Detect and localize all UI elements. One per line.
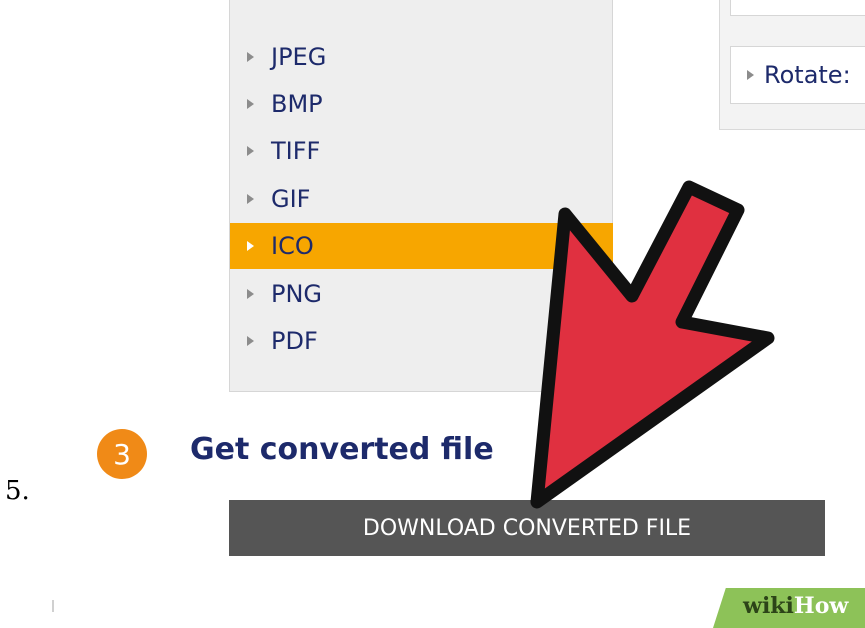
triangle-right-icon <box>247 52 254 62</box>
triangle-right-icon <box>247 289 254 299</box>
format-item-ico[interactable]: ICO <box>230 223 613 269</box>
triangle-right-icon <box>247 99 254 109</box>
divider <box>52 600 54 612</box>
rotate-label: Rotate: <box>764 61 851 89</box>
format-item-bmp[interactable]: BMP <box>230 81 613 127</box>
format-item-label: PNG <box>271 280 323 308</box>
format-item-label: TIFF <box>271 137 321 165</box>
step-number: 5. <box>5 476 30 506</box>
format-item-label: PDF <box>271 327 318 355</box>
format-item-label: ICO <box>271 232 314 260</box>
logo-wiki-text: wiki <box>743 593 794 619</box>
step-badge: 3 <box>97 429 147 479</box>
format-item-tiff[interactable]: TIFF <box>230 128 613 174</box>
triangle-right-icon <box>747 70 754 80</box>
format-item-pdf[interactable]: PDF <box>230 318 613 364</box>
triangle-right-icon <box>247 336 254 346</box>
triangle-right-icon <box>247 194 254 204</box>
format-item-label: BMP <box>271 90 323 118</box>
logo-how-text: How <box>793 593 849 619</box>
download-button-label: DOWNLOAD CONVERTED FILE <box>362 515 692 541</box>
rotate-option[interactable]: Rotate: <box>730 46 865 104</box>
triangle-right-icon <box>247 241 254 251</box>
option-field[interactable] <box>730 0 865 16</box>
triangle-right-icon <box>247 146 254 156</box>
format-list-panel: JPEG BMP TIFF GIF ICO PNG PDF <box>229 0 613 392</box>
format-item-png[interactable]: PNG <box>230 271 613 317</box>
download-converted-file-button[interactable]: DOWNLOAD CONVERTED FILE <box>229 500 825 556</box>
format-item-gif[interactable]: GIF <box>230 176 613 222</box>
options-panel: Rotate: <box>719 0 865 130</box>
format-item-label: JPEG <box>271 43 327 71</box>
wikihow-logo: wikiHow <box>713 588 865 628</box>
step-title: Get converted file <box>190 432 494 467</box>
format-item-label: GIF <box>271 185 311 213</box>
format-item-jpeg[interactable]: JPEG <box>230 34 613 80</box>
